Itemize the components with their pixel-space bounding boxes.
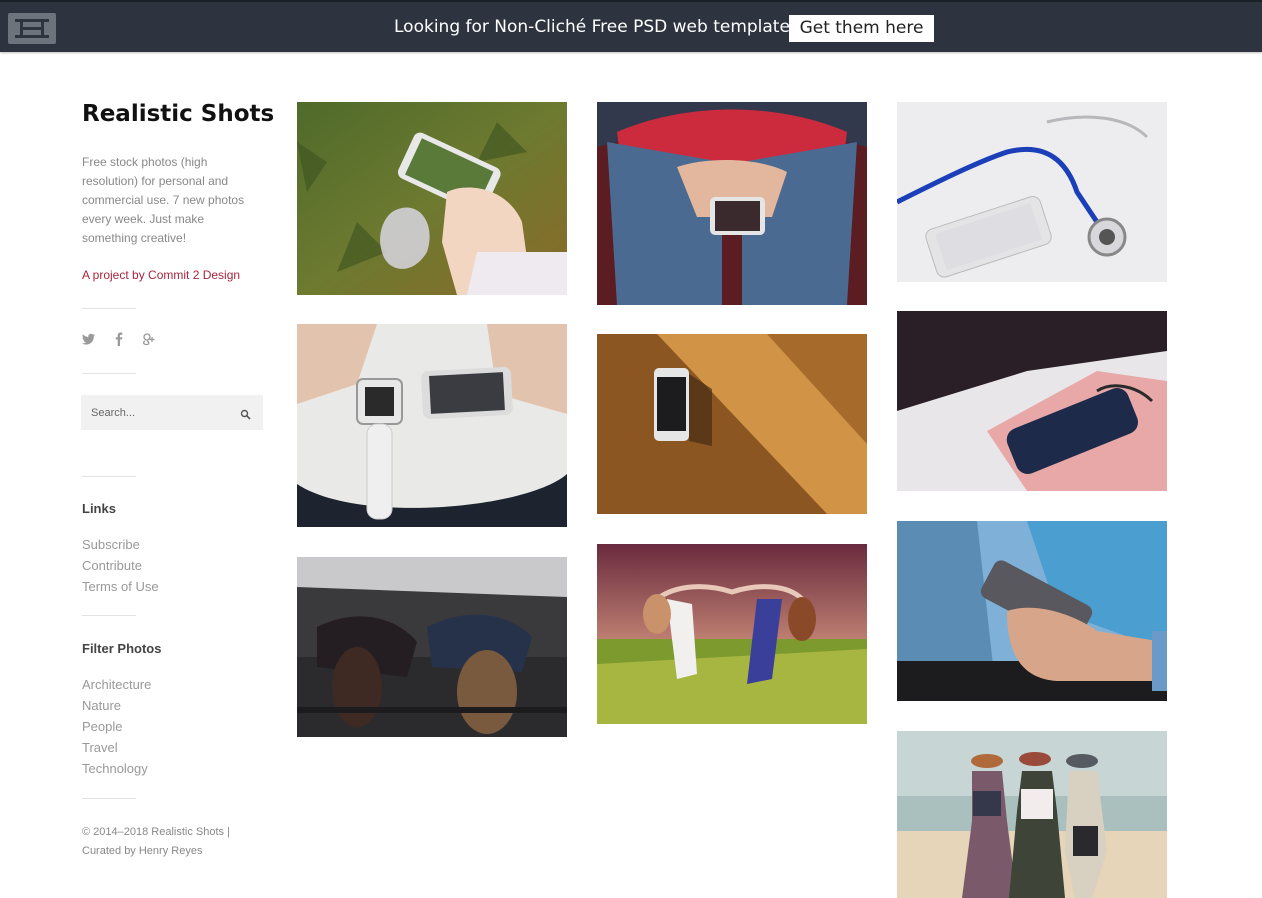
promo-bar: Looking for Non-Cliché Free PSD web temp…: [0, 0, 1262, 52]
photo-three-women-on-beach[interactable]: [897, 731, 1167, 898]
links-heading: Links: [82, 501, 116, 516]
filter-people[interactable]: People: [82, 716, 151, 737]
photo-two-women-in-field[interactable]: [597, 544, 867, 724]
filter-photos-heading: Filter Photos: [82, 641, 162, 656]
photo-phone-on-notebook[interactable]: [897, 311, 1167, 491]
social-links: [82, 331, 156, 347]
photo-stethoscope-and-phone[interactable]: [897, 102, 1167, 282]
search-box: [81, 395, 263, 430]
twitter-icon[interactable]: [82, 331, 96, 347]
google-plus-icon[interactable]: [142, 331, 156, 347]
link-subscribe[interactable]: Subscribe: [82, 534, 159, 555]
facebook-icon[interactable]: [112, 331, 126, 347]
footer: © 2014–2018 Realistic Shots | Curated by…: [82, 823, 282, 861]
hh-logo-icon[interactable]: [8, 13, 56, 44]
footer-copyright: © 2014–2018 Realistic Shots |: [82, 826, 230, 838]
photo-two-women-on-car[interactable]: [297, 557, 567, 737]
promo-text: Looking for Non-Cliché Free PSD web temp…: [394, 17, 808, 37]
site-description: Free stock photos (high resolution) for …: [82, 155, 245, 245]
site-title: Realistic Shots: [82, 101, 275, 127]
divider: [82, 373, 136, 374]
links-list: Subscribe Contribute Terms of Use: [82, 534, 159, 597]
photo-smartwatch-and-phone[interactable]: [297, 324, 567, 527]
photo-phone-on-grass[interactable]: [297, 102, 567, 295]
divider: [82, 615, 136, 616]
divider: [82, 476, 136, 477]
divider: [82, 308, 136, 309]
photo-phone-in-jeans[interactable]: [597, 102, 867, 305]
photo-hand-holding-phone[interactable]: [897, 521, 1167, 701]
divider: [82, 798, 136, 799]
link-terms-of-use[interactable]: Terms of Use: [82, 576, 159, 597]
footer-curator: Curated by Henry Reyes: [82, 845, 203, 857]
filter-technology[interactable]: Technology: [82, 758, 151, 779]
filter-nature[interactable]: Nature: [82, 695, 151, 716]
search-input[interactable]: [81, 395, 231, 430]
project-link[interactable]: A project by Commit 2 Design: [82, 268, 240, 282]
filter-architecture[interactable]: Architecture: [82, 674, 151, 695]
filter-list: Architecture Nature People Travel Techno…: [82, 674, 151, 779]
photo-phone-on-wood-desk[interactable]: [597, 334, 867, 514]
search-icon[interactable]: [240, 407, 251, 420]
filter-travel[interactable]: Travel: [82, 737, 151, 758]
link-contribute[interactable]: Contribute: [82, 555, 159, 576]
get-templates-button[interactable]: Get them here: [789, 15, 934, 42]
